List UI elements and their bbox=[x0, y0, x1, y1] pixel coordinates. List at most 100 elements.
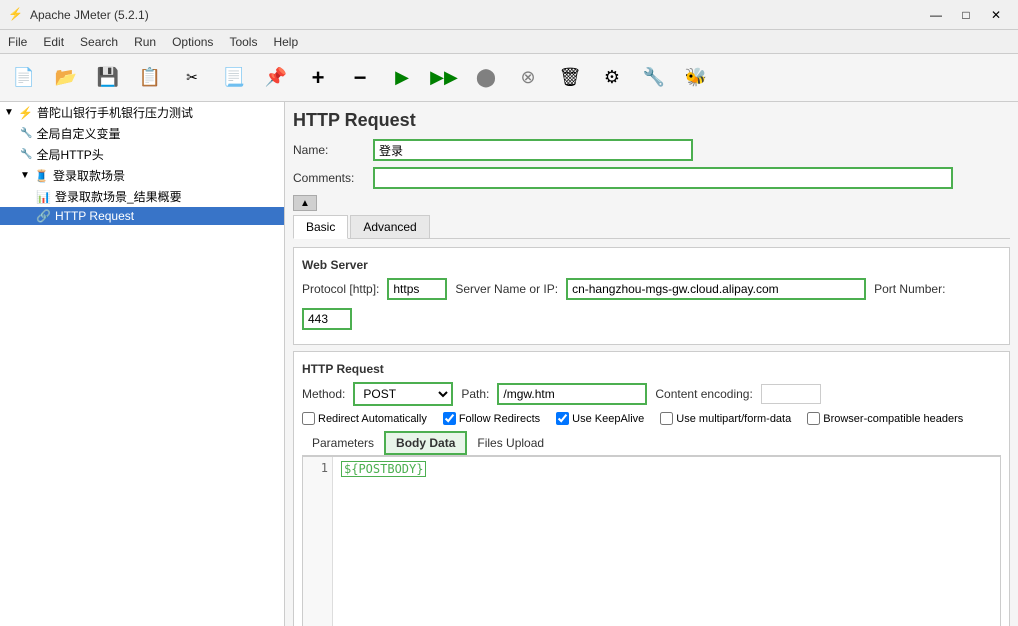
tree-label-http-request: HTTP Request bbox=[55, 209, 134, 223]
tree-label-header: 全局HTTP头 bbox=[36, 146, 103, 163]
header-icon: 🔧 bbox=[20, 149, 32, 160]
checkbox-browser-compat: Browser-compatible headers bbox=[807, 412, 963, 425]
menu-options[interactable]: Options bbox=[164, 30, 221, 53]
path-input[interactable] bbox=[497, 383, 647, 405]
keepalive-checkbox[interactable] bbox=[556, 412, 569, 425]
checkbox-follow-redirects: Follow Redirects bbox=[443, 412, 540, 425]
comments-row: Comments: bbox=[293, 167, 1010, 189]
menu-edit[interactable]: Edit bbox=[35, 30, 72, 53]
cut-button[interactable]: ✂ bbox=[172, 58, 212, 98]
tab-advanced[interactable]: Advanced bbox=[350, 215, 429, 238]
window-controls: — □ ✕ bbox=[922, 4, 1010, 26]
server-row: Protocol [http]: Server Name or IP: Port… bbox=[302, 278, 1001, 330]
tree-label-summary: 登录取款场景_结果概要 bbox=[55, 188, 182, 205]
right-panel: HTTP Request Name: Comments: ▲ Basic Adv… bbox=[285, 102, 1018, 626]
saveas-button[interactable]: 📋 bbox=[130, 58, 170, 98]
sub-tab-files-upload[interactable]: Files Upload bbox=[467, 433, 554, 453]
tree-label-scenario: 登录取款场景 bbox=[53, 167, 125, 184]
main-tabs: Basic Advanced bbox=[293, 215, 1010, 239]
menu-search[interactable]: Search bbox=[72, 30, 126, 53]
checkbox-redirect-auto: Redirect Automatically bbox=[302, 412, 427, 425]
root-icon: ⚡ bbox=[18, 106, 33, 120]
protocol-label: Protocol [http]: bbox=[302, 282, 379, 296]
tree-item-header[interactable]: 🔧 全局HTTP头 bbox=[0, 144, 284, 165]
sub-tabs: Parameters Body Data Files Upload bbox=[302, 431, 1001, 456]
encoding-input[interactable] bbox=[761, 384, 821, 404]
body-data-area: 1 ${POSTBODY} bbox=[302, 456, 1001, 626]
add-button[interactable]: + bbox=[298, 58, 338, 98]
tree-panel: ▼ ⚡ 普陀山银行手机银行压力测试 🔧 全局自定义变量 🔧 全局HTTP头 ▼ … bbox=[0, 102, 285, 626]
browser-compat-checkbox[interactable] bbox=[807, 412, 820, 425]
follow-redirects-label: Follow Redirects bbox=[459, 413, 540, 425]
maximize-button[interactable]: □ bbox=[952, 4, 980, 26]
tree-item-summary[interactable]: 📊 登录取款场景_结果概要 bbox=[0, 186, 284, 207]
close-button[interactable]: ✕ bbox=[982, 4, 1010, 26]
encoding-label: Content encoding: bbox=[655, 387, 752, 401]
tree-item-scenario[interactable]: ▼ 🧵 登录取款场景 bbox=[0, 165, 284, 186]
tree-item-vars[interactable]: 🔧 全局自定义变量 bbox=[0, 123, 284, 144]
panel-title: HTTP Request bbox=[293, 110, 1010, 131]
tree-item-http-request[interactable]: 🔗 HTTP Request bbox=[0, 207, 284, 225]
minimize-button[interactable]: — bbox=[922, 4, 950, 26]
menu-file[interactable]: File bbox=[0, 30, 35, 53]
app-icon: ⚡ bbox=[8, 7, 24, 23]
save-button[interactable]: 💾 bbox=[88, 58, 128, 98]
clear-all-button[interactable]: 🗑 bbox=[550, 58, 590, 98]
multipart-label: Use multipart/form-data bbox=[676, 413, 791, 425]
http-request-icon: 🔗 bbox=[36, 209, 51, 223]
menubar: File Edit Search Run Options Tools Help bbox=[0, 30, 1018, 54]
menu-run[interactable]: Run bbox=[126, 30, 164, 53]
help-button[interactable]: 🐝 bbox=[676, 58, 716, 98]
app-title: Apache JMeter (5.2.1) bbox=[30, 8, 922, 22]
run-button[interactable]: ▶ bbox=[382, 58, 422, 98]
checkbox-keepalive: Use KeepAlive bbox=[556, 412, 644, 425]
remove-button[interactable]: − bbox=[340, 58, 380, 98]
method-label: Method: bbox=[302, 387, 345, 401]
copy-button[interactable]: 📃 bbox=[214, 58, 254, 98]
server-name-input[interactable] bbox=[566, 278, 866, 300]
tree-label-root: 普陀山银行手机银行压力测试 bbox=[37, 104, 193, 121]
http-request-row: Method: POST GET PUT DELETE Path: Conten… bbox=[302, 382, 1001, 406]
menu-help[interactable]: Help bbox=[265, 30, 306, 53]
name-row: Name: bbox=[293, 139, 1010, 161]
follow-redirects-checkbox[interactable] bbox=[443, 412, 456, 425]
port-label: Port Number: bbox=[874, 282, 945, 296]
body-content[interactable]: ${POSTBODY} bbox=[333, 457, 1000, 626]
sub-tab-body-data[interactable]: Body Data bbox=[384, 431, 467, 455]
port-input[interactable] bbox=[302, 308, 352, 330]
new-button[interactable]: 📄 bbox=[4, 58, 44, 98]
http-request-section: HTTP Request Method: POST GET PUT DELETE… bbox=[293, 351, 1010, 626]
method-select[interactable]: POST GET PUT DELETE bbox=[353, 382, 453, 406]
tree-item-root[interactable]: ▼ ⚡ 普陀山银行手机银行压力测试 bbox=[0, 102, 284, 123]
stop-now-button[interactable]: ⊗ bbox=[508, 58, 548, 98]
remote-button[interactable]: 🔧 bbox=[634, 58, 674, 98]
name-input[interactable] bbox=[373, 139, 693, 161]
menu-tools[interactable]: Tools bbox=[221, 30, 265, 53]
path-label: Path: bbox=[461, 387, 489, 401]
summary-icon: 📊 bbox=[36, 190, 51, 204]
server-name-label: Server Name or IP: bbox=[455, 282, 558, 296]
protocol-input[interactable] bbox=[387, 278, 447, 300]
comments-label: Comments: bbox=[293, 171, 373, 185]
collapse-button[interactable]: ▲ bbox=[293, 195, 317, 211]
checkbox-multipart: Use multipart/form-data bbox=[660, 412, 791, 425]
paste-button[interactable]: 📌 bbox=[256, 58, 296, 98]
comments-input[interactable] bbox=[373, 167, 953, 189]
scenario-expand-icon: ▼ bbox=[20, 170, 32, 181]
redirect-auto-checkbox[interactable] bbox=[302, 412, 315, 425]
multipart-checkbox[interactable] bbox=[660, 412, 673, 425]
tab-basic[interactable]: Basic bbox=[293, 215, 348, 239]
start-no-pause-button[interactable]: ▶▶ bbox=[424, 58, 464, 98]
browser-compat-label: Browser-compatible headers bbox=[823, 413, 963, 425]
vars-icon: 🔧 bbox=[20, 128, 32, 139]
name-label: Name: bbox=[293, 143, 373, 157]
line-number-1: 1 bbox=[307, 461, 328, 475]
scenario-icon: 🧵 bbox=[34, 169, 49, 183]
main-layout: ▼ ⚡ 普陀山银行手机银行压力测试 🔧 全局自定义变量 🔧 全局HTTP头 ▼ … bbox=[0, 102, 1018, 626]
settings-button[interactable]: ⚙ bbox=[592, 58, 632, 98]
web-server-header: Web Server bbox=[302, 256, 1001, 274]
open-button[interactable]: 📂 bbox=[46, 58, 86, 98]
toolbar: 📄 📂 💾 📋 ✂ 📃 📌 + − ▶ ▶▶ ⬤ ⊗ 🗑 ⚙ 🔧 🐝 bbox=[0, 54, 1018, 102]
sub-tab-parameters[interactable]: Parameters bbox=[302, 433, 384, 453]
stop-button[interactable]: ⬤ bbox=[466, 58, 506, 98]
